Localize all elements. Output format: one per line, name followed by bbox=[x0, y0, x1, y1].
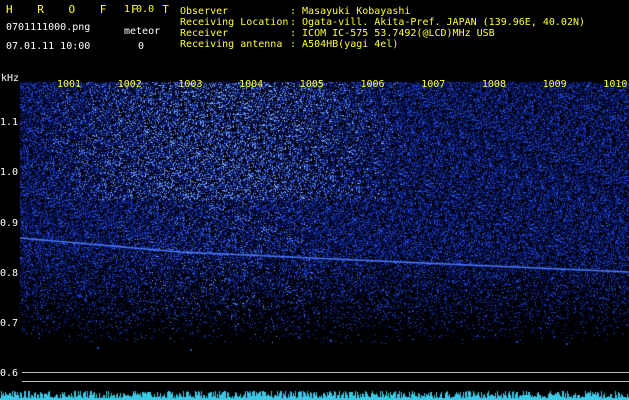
x-tick-label: 1008 bbox=[481, 79, 506, 90]
x-tick-label: 1007 bbox=[421, 79, 446, 90]
location-label: Receiving Location bbox=[180, 17, 289, 28]
x-tick-label: 1003 bbox=[178, 79, 203, 90]
antenna-value: : A504HB(yagi 4el) bbox=[290, 39, 399, 50]
datetime-label: 07.01.11 10:00 bbox=[6, 41, 91, 52]
location-value: : Ogata-vill. Akita-Pref. JAPAN (139.96E… bbox=[290, 17, 586, 28]
filename-label: 0701111000.png bbox=[6, 22, 91, 33]
observer-label: Observer bbox=[180, 6, 229, 17]
baseline-upper bbox=[22, 372, 629, 373]
y-axis-unit: kHz bbox=[1, 73, 20, 84]
y-tick-label: 1.1 bbox=[0, 117, 19, 128]
y-tick-label: 1.0 bbox=[0, 167, 19, 178]
x-tick-label: 1004 bbox=[239, 79, 264, 90]
observer-value: : Masayuki Kobayashi bbox=[290, 6, 411, 17]
receiver-label: Receiver bbox=[180, 28, 229, 39]
meteor-count: 0 bbox=[138, 41, 145, 52]
y-tick-label: 0.9 bbox=[0, 218, 19, 229]
y-tick-label: 0.6 bbox=[0, 368, 19, 379]
baseline-lower bbox=[22, 381, 629, 382]
x-tick-label: 1005 bbox=[299, 79, 324, 90]
x-tick-label: 1010 bbox=[603, 79, 628, 90]
x-tick-label: 1002 bbox=[117, 79, 142, 90]
y-tick-label: 0.8 bbox=[0, 268, 19, 279]
x-tick-label: 1001 bbox=[57, 79, 82, 90]
antenna-label: Receiving antenna bbox=[180, 39, 283, 50]
x-tick-label: 1009 bbox=[542, 79, 567, 90]
meteor-label: meteor bbox=[124, 26, 161, 37]
y-tick-label: 0.7 bbox=[0, 318, 19, 329]
x-tick-label: 1006 bbox=[360, 79, 385, 90]
receiver-value: : ICOM IC-575 53.7492(@LCD)MHz USB bbox=[290, 28, 495, 39]
waterfall-display bbox=[0, 0, 629, 400]
version-label: 1.0.0 bbox=[124, 4, 155, 15]
